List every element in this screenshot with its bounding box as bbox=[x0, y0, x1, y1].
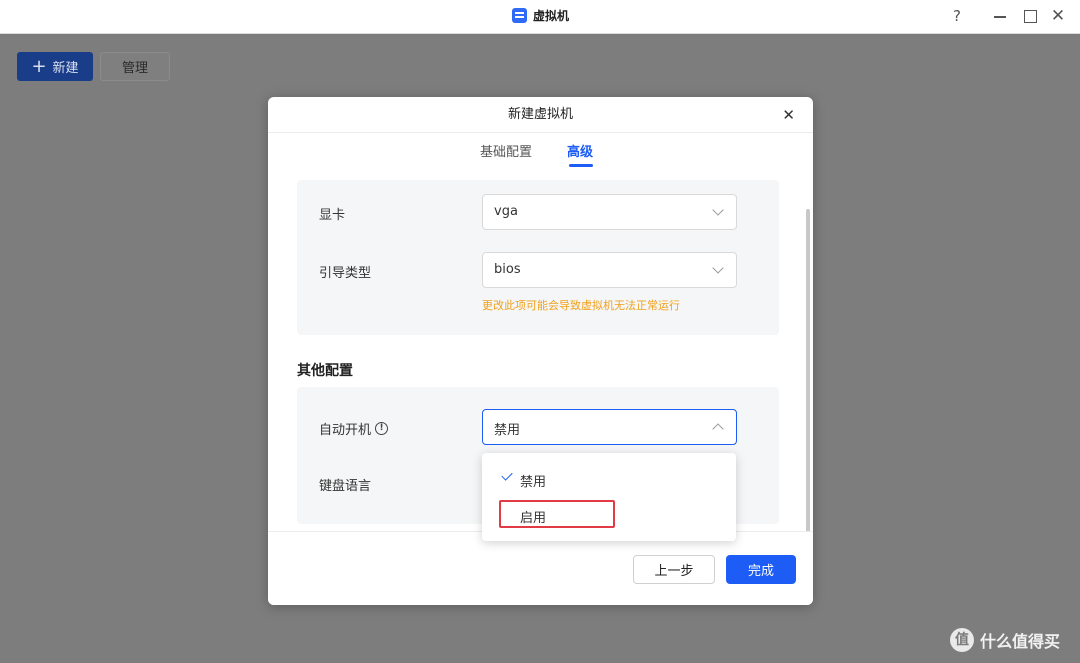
plus-icon: + bbox=[31, 55, 47, 77]
boot-type-select[interactable]: bios bbox=[482, 252, 737, 288]
option-enable[interactable]: 启用 bbox=[482, 500, 736, 530]
other-config-title: 其他配置 bbox=[297, 363, 353, 379]
auto-start-label: 自动开机 ! bbox=[319, 419, 389, 438]
watermark-text: 什么值得买 bbox=[980, 632, 1061, 651]
option-disable[interactable]: 禁用 bbox=[482, 464, 736, 494]
window-title-text: 虚拟机 bbox=[533, 9, 570, 23]
dialog-scrollbar[interactable] bbox=[806, 209, 810, 534]
chevron-down-icon bbox=[712, 262, 724, 274]
auto-start-select[interactable]: 禁用 bbox=[482, 409, 737, 445]
dialog-title: 新建虚拟机 bbox=[268, 97, 813, 133]
chevron-down-icon bbox=[712, 204, 724, 216]
auto-start-select-value: 禁用 bbox=[494, 423, 521, 438]
tab-advanced[interactable]: 高级 bbox=[567, 141, 593, 160]
option-enable-label: 启用 bbox=[520, 511, 547, 526]
gpu-label: 显卡 bbox=[319, 208, 346, 223]
watermark-logo: 值 bbox=[950, 628, 974, 652]
watermark: 值 什么值得买 bbox=[950, 628, 1060, 652]
window-title-bar: 虚拟机 ? ✕ bbox=[0, 0, 1080, 34]
new-vm-button-label: 新建 bbox=[52, 61, 79, 76]
info-icon[interactable]: ! bbox=[375, 422, 389, 435]
option-disable-label: 禁用 bbox=[520, 475, 547, 490]
boot-type-label: 引导类型 bbox=[319, 266, 372, 281]
highlight-box bbox=[499, 500, 615, 528]
boot-type-select-value: bios bbox=[494, 262, 521, 277]
gpu-select[interactable]: vga bbox=[482, 194, 737, 230]
display-boot-panel: 显卡 vga 引导类型 bios 更改此项可能会导致虚拟机无法正常运行 bbox=[297, 180, 779, 335]
maximize-icon[interactable] bbox=[1020, 6, 1040, 26]
gpu-select-value: vga bbox=[494, 204, 518, 219]
boot-type-warning: 更改此项可能会导致虚拟机无法正常运行 bbox=[482, 299, 680, 312]
dialog-close-icon[interactable]: ✕ bbox=[782, 107, 795, 123]
vm-app-icon bbox=[512, 8, 527, 23]
prev-step-button[interactable]: 上一步 bbox=[633, 555, 715, 584]
new-vm-button[interactable]: + 新建 bbox=[17, 52, 93, 81]
auto-start-dropdown: 禁用 启用 bbox=[482, 453, 736, 541]
new-vm-dialog: 新建虚拟机 ✕ 基础配置 高级 显卡 vga 引导类型 bios 更改此项可能会… bbox=[268, 97, 813, 605]
help-icon[interactable]: ? bbox=[947, 6, 967, 26]
window-close-icon[interactable]: ✕ bbox=[1048, 6, 1068, 26]
chevron-up-icon bbox=[712, 423, 724, 435]
check-icon bbox=[501, 469, 513, 481]
tab-basic-config[interactable]: 基础配置 bbox=[480, 141, 532, 160]
auto-start-label-text: 自动开机 bbox=[319, 423, 372, 438]
dialog-tabs: 基础配置 高级 bbox=[268, 133, 813, 167]
minimize-icon[interactable] bbox=[990, 6, 1010, 26]
window-title: 虚拟机 bbox=[512, 7, 569, 24]
dialog-footer: 上一步 完成 bbox=[268, 531, 813, 605]
keyboard-language-label: 键盘语言 bbox=[319, 479, 372, 494]
done-button[interactable]: 完成 bbox=[726, 555, 796, 584]
manage-button[interactable]: 管理 bbox=[100, 52, 170, 81]
